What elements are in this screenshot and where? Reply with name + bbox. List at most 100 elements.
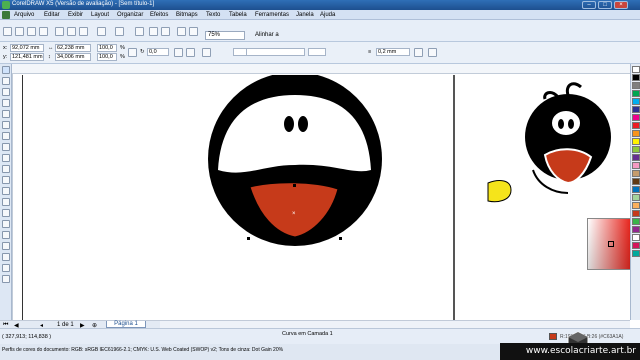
swatch-15[interactable] bbox=[632, 178, 640, 185]
swatch-2[interactable] bbox=[632, 74, 640, 81]
swatch-21[interactable] bbox=[632, 226, 640, 233]
new-document-icon[interactable] bbox=[3, 27, 12, 36]
undo-icon[interactable] bbox=[97, 27, 106, 36]
basic-shapes-tool-icon[interactable] bbox=[2, 165, 10, 173]
swatch-1[interactable] bbox=[632, 66, 640, 73]
swatch-3[interactable] bbox=[632, 82, 640, 89]
eyedropper-tool-icon[interactable] bbox=[2, 231, 10, 239]
connector-tool-icon[interactable] bbox=[2, 209, 10, 217]
redo-icon[interactable] bbox=[115, 27, 124, 36]
shape-tool-icon[interactable] bbox=[2, 77, 10, 85]
align-to-label[interactable]: Alinhar a bbox=[255, 32, 279, 38]
maximize-button[interactable]: □ bbox=[598, 1, 612, 9]
swatch-22[interactable] bbox=[632, 234, 640, 241]
zoom-level-select[interactable]: 75% bbox=[205, 31, 245, 40]
width-field[interactable]: 62,238 mm bbox=[55, 44, 91, 52]
swatch-11[interactable] bbox=[632, 146, 640, 153]
menu-arquivo[interactable]: Arquivo bbox=[14, 12, 34, 18]
rectangle-tool-icon[interactable] bbox=[2, 132, 10, 140]
swatch-13[interactable] bbox=[632, 162, 640, 169]
swatch-6[interactable] bbox=[632, 106, 640, 113]
swatch-23[interactable] bbox=[632, 242, 640, 249]
fill-swatch[interactable] bbox=[549, 333, 557, 340]
smart-fill-tool-icon[interactable] bbox=[2, 121, 10, 129]
menu-layout[interactable]: Layout bbox=[91, 12, 109, 18]
color-picker-cursor[interactable] bbox=[608, 241, 614, 247]
menu-efeitos[interactable]: Efeitos bbox=[150, 12, 168, 18]
swatch-8[interactable] bbox=[632, 122, 640, 129]
swatch-16[interactable] bbox=[632, 186, 640, 193]
swatch-24[interactable] bbox=[632, 250, 640, 257]
height-field[interactable]: 34,006 mm bbox=[55, 53, 91, 61]
welcome-screen-icon[interactable] bbox=[189, 27, 198, 36]
text-wrap-icon[interactable] bbox=[414, 48, 423, 57]
close-button[interactable]: × bbox=[614, 1, 628, 9]
table-tool-icon[interactable] bbox=[2, 187, 10, 195]
menu-janela[interactable]: Janela bbox=[296, 12, 314, 18]
print-icon[interactable] bbox=[39, 27, 48, 36]
blend-tool-icon[interactable] bbox=[2, 220, 10, 228]
swatch-9[interactable] bbox=[632, 130, 640, 137]
swatch-12[interactable] bbox=[632, 154, 640, 161]
menu-texto[interactable]: Texto bbox=[206, 12, 220, 18]
export-icon[interactable] bbox=[161, 27, 170, 36]
application-launcher-icon[interactable] bbox=[177, 27, 186, 36]
crop-tool-icon[interactable] bbox=[2, 88, 10, 96]
paste-icon[interactable] bbox=[79, 27, 88, 36]
interactive-fill-tool-icon[interactable] bbox=[2, 264, 10, 272]
freehand-tool-icon[interactable] bbox=[2, 110, 10, 118]
swatch-7[interactable] bbox=[632, 114, 640, 121]
import-icon[interactable] bbox=[149, 27, 158, 36]
swatch-18[interactable] bbox=[632, 202, 640, 209]
mesh-fill-tool-icon[interactable] bbox=[2, 275, 10, 283]
dimension-tool-icon[interactable] bbox=[2, 198, 10, 206]
mirror-vertical-icon[interactable] bbox=[186, 48, 195, 57]
menu-ferramentas[interactable]: Ferramentas bbox=[255, 12, 289, 18]
x-position-field[interactable]: 92,072 mm bbox=[10, 44, 44, 52]
document-menu-icon[interactable] bbox=[2, 11, 10, 19]
lock-ratio-icon[interactable] bbox=[128, 48, 137, 57]
swatch-17[interactable] bbox=[632, 194, 640, 201]
start-arrow-select[interactable] bbox=[233, 48, 247, 56]
swatch-10[interactable] bbox=[632, 138, 640, 145]
pick-tool-icon[interactable] bbox=[2, 66, 10, 74]
outline-pen-tool-icon[interactable] bbox=[2, 242, 10, 250]
horizontal-ruler[interactable] bbox=[12, 64, 630, 74]
scale-x-field[interactable]: 100,0 bbox=[97, 44, 117, 52]
color-picker-popup[interactable] bbox=[587, 218, 631, 270]
search-content-icon[interactable] bbox=[135, 27, 144, 36]
fill-tool-icon[interactable] bbox=[2, 253, 10, 261]
menu-bitmaps[interactable]: Bitmaps bbox=[176, 12, 198, 18]
swatch-19[interactable] bbox=[632, 210, 640, 217]
color-profile-text[interactable]: Perfis de cores do documento: RGB: sRGB … bbox=[2, 347, 283, 353]
polygon-tool-icon[interactable] bbox=[2, 154, 10, 162]
rotation-field[interactable]: 0,0 bbox=[147, 48, 169, 56]
menu-exibir[interactable]: Exibir bbox=[68, 12, 83, 18]
swatch-5[interactable] bbox=[632, 98, 640, 105]
horizontal-scrollbar[interactable] bbox=[160, 320, 630, 328]
menu-ajuda[interactable]: Ajuda bbox=[320, 12, 335, 18]
ellipse-tool-icon[interactable] bbox=[2, 143, 10, 151]
menu-organizar[interactable]: Organizar bbox=[117, 12, 143, 18]
y-position-field[interactable]: 121,481 mm bbox=[10, 53, 44, 61]
outline-width-select[interactable]: 0,2 mm bbox=[376, 48, 410, 56]
mirror-horizontal-icon[interactable] bbox=[174, 48, 183, 57]
menu-editar[interactable]: Editar bbox=[44, 12, 60, 18]
text-tool-icon[interactable] bbox=[2, 176, 10, 184]
menu-tabela[interactable]: Tabela bbox=[229, 12, 247, 18]
drawing-canvas[interactable]: × bbox=[13, 75, 630, 320]
swatch-14[interactable] bbox=[632, 170, 640, 177]
save-icon[interactable] bbox=[27, 27, 36, 36]
swatch-4[interactable] bbox=[632, 90, 640, 97]
end-arrow-select[interactable] bbox=[308, 48, 326, 56]
open-icon[interactable] bbox=[15, 27, 24, 36]
zoom-tool-icon[interactable] bbox=[2, 99, 10, 107]
copy-icon[interactable] bbox=[67, 27, 76, 36]
scale-y-field[interactable]: 100,0 bbox=[97, 53, 117, 61]
swatch-20[interactable] bbox=[632, 218, 640, 225]
page-tab[interactable]: Página 1 bbox=[106, 321, 146, 328]
minimize-button[interactable]: – bbox=[582, 1, 596, 9]
close-curve-icon[interactable] bbox=[202, 48, 211, 57]
cut-icon[interactable] bbox=[55, 27, 64, 36]
to-front-icon[interactable] bbox=[428, 48, 437, 57]
